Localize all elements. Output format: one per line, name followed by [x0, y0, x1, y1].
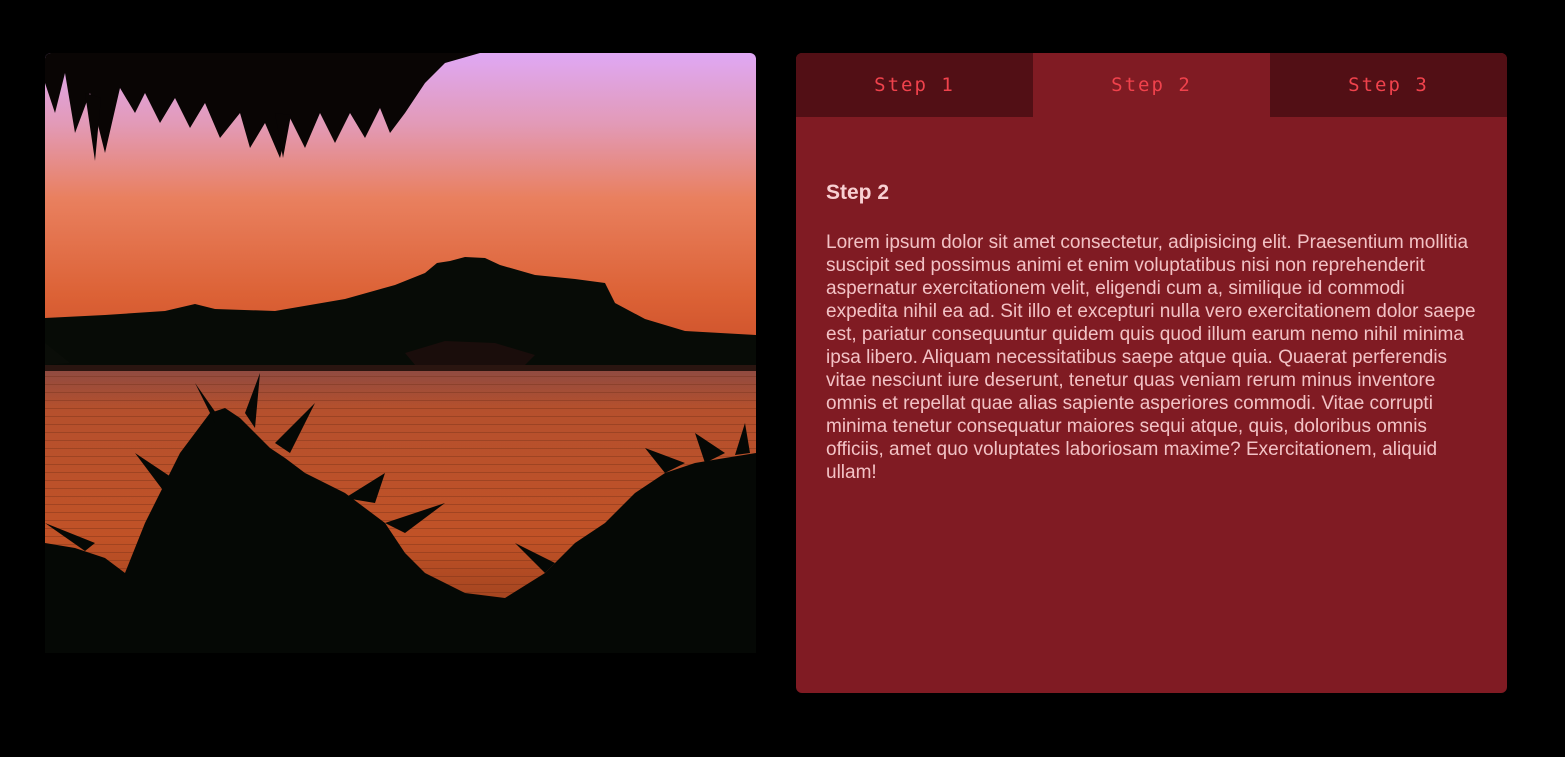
- tab-step-1[interactable]: Step 1: [796, 53, 1033, 117]
- tab-step-2[interactable]: Step 2: [1033, 53, 1270, 117]
- page: Step 1 Step 2 Step 3 Step 2 Lorem ipsum …: [0, 0, 1565, 757]
- content-body: Lorem ipsum dolor sit amet consectetur, …: [826, 232, 1476, 483]
- sunset-landscape-image: [45, 53, 756, 653]
- tab-content: Step 2 Lorem ipsum dolor sit amet consec…: [796, 117, 1507, 484]
- tab-bar: Step 1 Step 2 Step 3: [796, 53, 1507, 117]
- sunset-image: [45, 53, 756, 653]
- tab-step-3[interactable]: Step 3: [1270, 53, 1507, 117]
- tabs-panel: Step 1 Step 2 Step 3 Step 2 Lorem ipsum …: [796, 53, 1507, 693]
- content-title: Step 2: [826, 181, 890, 204]
